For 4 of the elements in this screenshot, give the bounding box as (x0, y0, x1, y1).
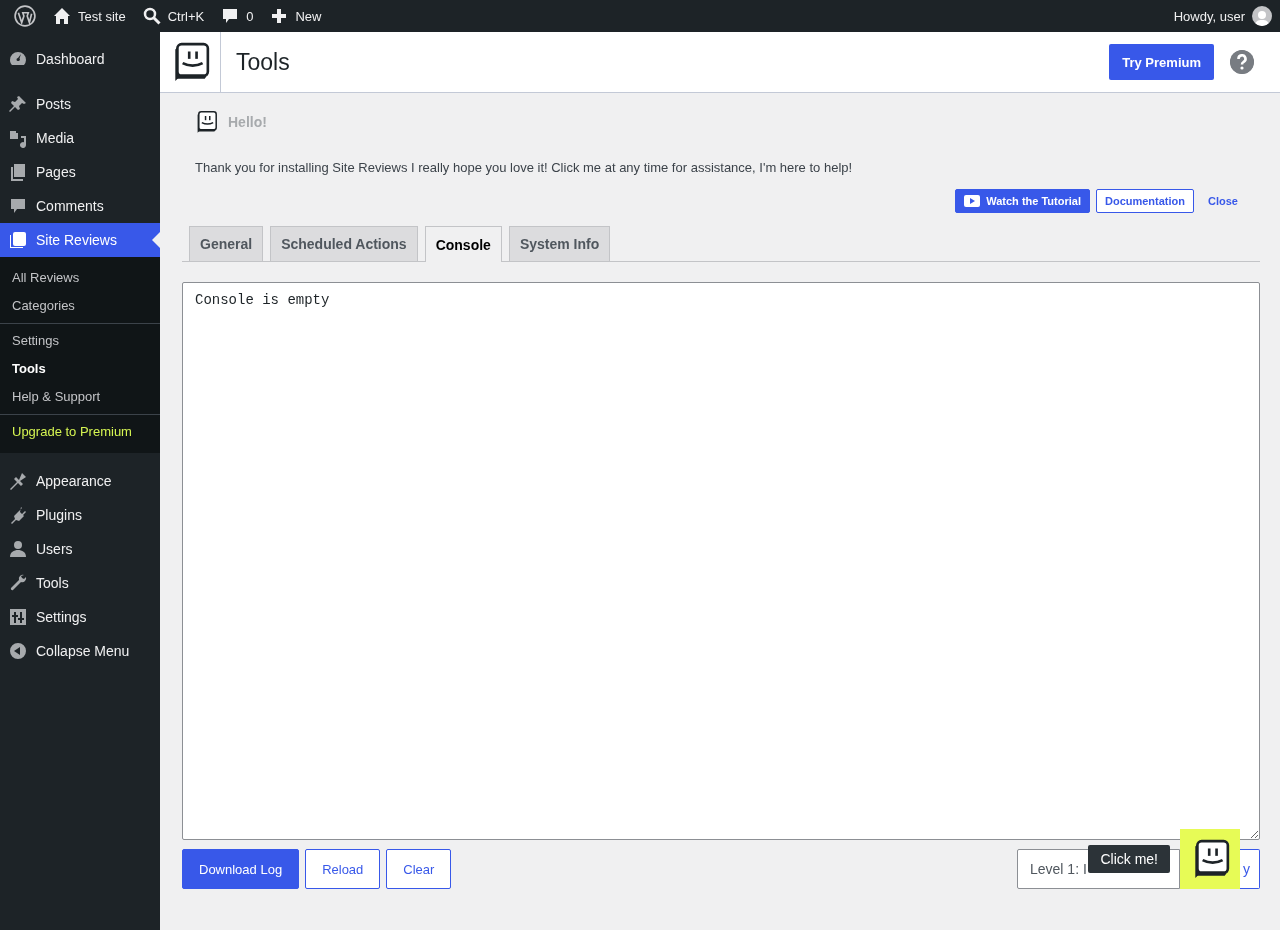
page-title: Tools (236, 48, 291, 76)
notice-message: Thank you for installing Site Reviews I really hope you love it! Click me at any time for assistance, I'm here to help! (195, 160, 854, 175)
tooltip: Click me! (1088, 845, 1170, 873)
notice-title: Hello! (228, 114, 267, 130)
